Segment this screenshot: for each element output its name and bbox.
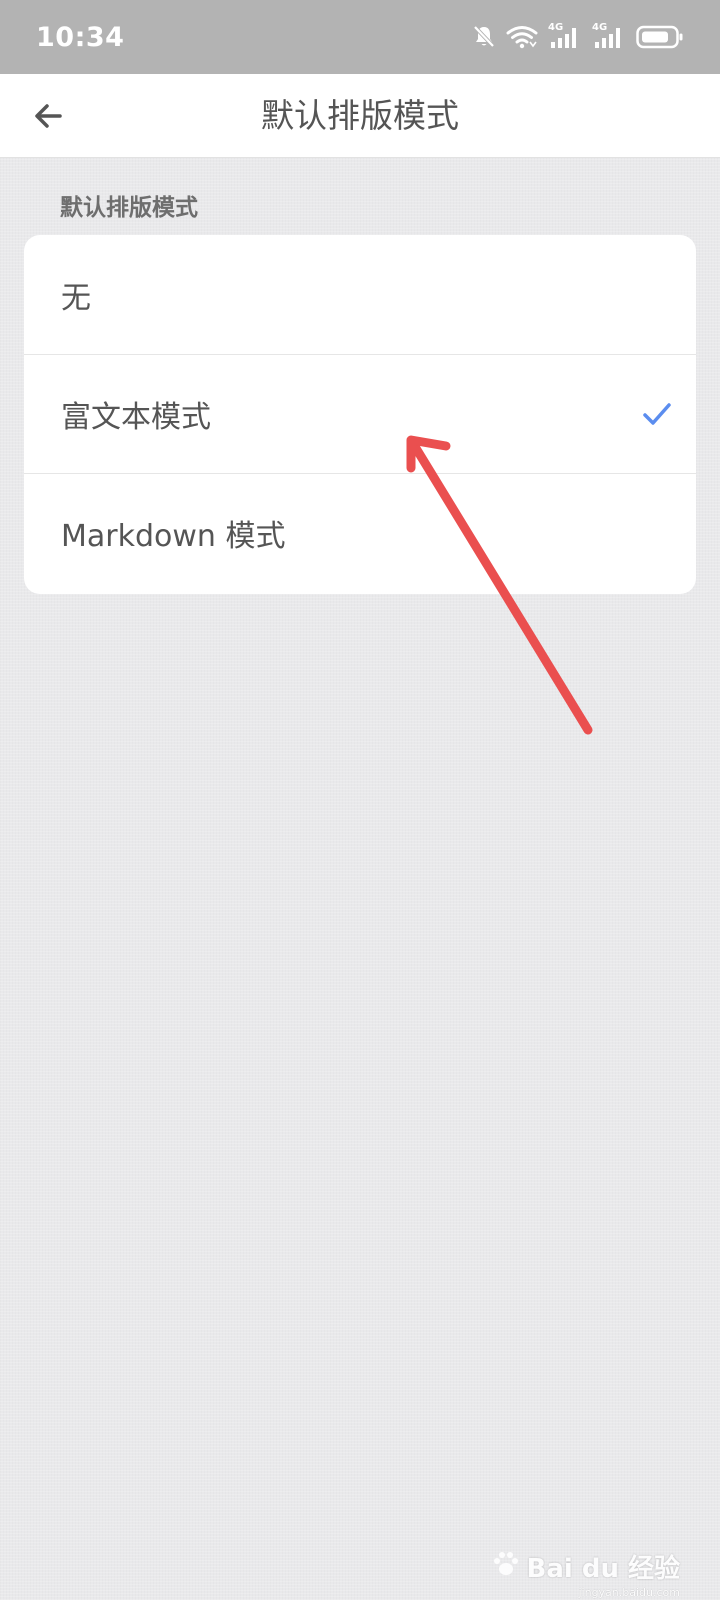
signal-4g-icon: 4G xyxy=(548,22,582,50)
option-label: 富文本模式 xyxy=(61,400,211,435)
option-none[interactable]: 无 xyxy=(24,235,696,354)
option-markdown[interactable]: Markdown 模式 xyxy=(24,473,696,592)
option-label: 无 xyxy=(61,280,91,316)
signal-4g-icon: 4G xyxy=(592,22,626,50)
paw-icon xyxy=(493,1552,518,1575)
back-button[interactable] xyxy=(24,92,72,140)
status-bar: 10:34 4G 4G xyxy=(0,0,720,74)
status-time: 10:34 xyxy=(36,21,125,53)
arrow-left-icon xyxy=(35,104,62,128)
watermark: Bai du 经验 xyxy=(491,1548,681,1585)
options-card: 无 富文本模式 Markdown 模式 xyxy=(24,235,696,594)
bell-off-icon xyxy=(472,24,496,50)
option-label: Markdown 模式 xyxy=(61,519,286,554)
section-header: 默认排版模式 xyxy=(60,195,198,221)
watermark-text: Bai du 经验 xyxy=(526,1554,681,1584)
check-icon xyxy=(643,403,671,425)
app-bar: 默认排版模式 xyxy=(0,74,720,158)
battery-icon xyxy=(636,25,684,49)
watermark-sub: jingyan.baidu.com xyxy=(578,1586,680,1599)
page-title: 默认排版模式 xyxy=(261,96,459,135)
status-icons: 4G 4G xyxy=(472,22,684,50)
wifi-icon xyxy=(506,25,538,49)
option-rich-text[interactable]: 富文本模式 xyxy=(24,354,696,473)
